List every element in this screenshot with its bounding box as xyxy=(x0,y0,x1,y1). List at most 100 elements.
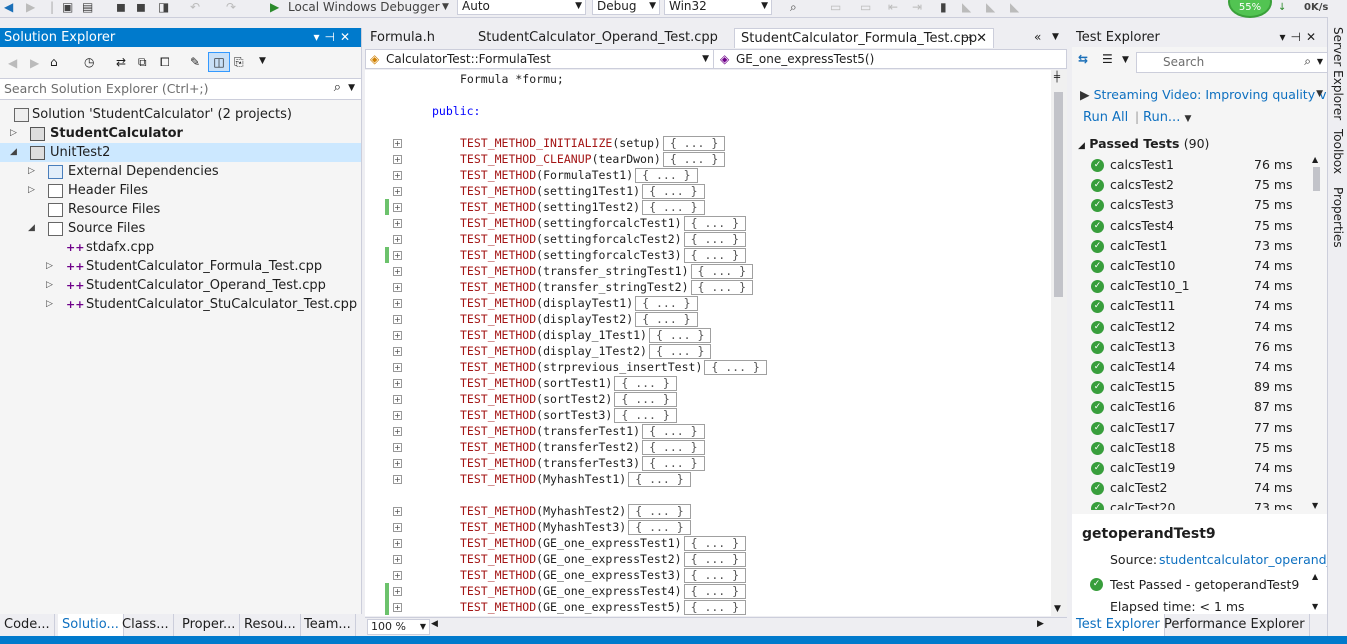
chevron-down-icon[interactable]: ▼ xyxy=(348,83,355,93)
back-icon[interactable]: ◀ xyxy=(4,0,13,15)
tree-project-unittest2[interactable]: ◢ UnitTest2 xyxy=(0,143,361,162)
expand-outline-icon[interactable]: + xyxy=(393,251,402,260)
history-icon[interactable]: ◷ xyxy=(84,55,94,69)
expand-outline-icon[interactable]: + xyxy=(393,299,402,308)
side-tab-properties[interactable]: Properties xyxy=(1331,187,1345,248)
code-line[interactable]: TEST_METHOD(GE_one_expressTest3){ ... } xyxy=(460,567,747,583)
scroll-left-icon[interactable]: ◀ xyxy=(431,619,438,629)
expand-outline-icon[interactable]: + xyxy=(393,427,402,436)
chevron-down-icon[interactable]: ▼ xyxy=(1316,89,1323,99)
expand-outline-icon[interactable]: + xyxy=(393,219,402,228)
code-line[interactable]: TEST_METHOD(displayTest2){ ... } xyxy=(460,311,698,327)
code-line[interactable]: TEST_METHOD_CLEANUP(tearDwon){ ... } xyxy=(460,151,726,167)
code-line[interactable]: TEST_METHOD(transferTest2){ ... } xyxy=(460,439,705,455)
expand-outline-icon[interactable]: + xyxy=(393,235,402,244)
test-row[interactable]: ✓ calcTest16 87 ms xyxy=(1072,397,1307,417)
undo-icon[interactable]: ↶ xyxy=(190,0,200,15)
expand-outline-icon[interactable]: + xyxy=(393,539,402,548)
tab-formula-h[interactable]: Formula.h xyxy=(364,28,441,48)
collapsed-body[interactable]: { ... } xyxy=(635,312,698,327)
test-row[interactable]: ✓ calcsTest3 75 ms xyxy=(1072,195,1307,215)
test-list-scrollbar[interactable]: ▲ ▼ xyxy=(1308,155,1324,510)
code-editor[interactable]: Formula *formu; public: + TEST_METHOD_INITI… xyxy=(365,70,1051,616)
collapsed-body[interactable]: { ... } xyxy=(614,408,677,423)
collapsed-body[interactable]: { ... } xyxy=(648,344,712,359)
expand-outline-icon[interactable]: + xyxy=(393,555,402,564)
debugger-label[interactable]: Local Windows Debugger xyxy=(288,0,440,15)
tree-folder-header[interactable]: ▷ Header Files xyxy=(0,181,361,200)
member-selector[interactable]: ◈ GE_one_expressTest5() ▼ xyxy=(716,50,1086,68)
expand-outline-icon[interactable]: + xyxy=(393,603,402,612)
indent-icon[interactable]: ⇤ xyxy=(888,0,898,15)
bookmark-icon[interactable]: ▮ xyxy=(940,0,947,15)
group-by-icon[interactable]: ⇆ xyxy=(1078,52,1088,66)
expand-outline-icon[interactable]: + xyxy=(393,363,402,372)
collapsed-body[interactable]: { ... } xyxy=(628,472,691,487)
tab-overflow-icon[interactable]: « xyxy=(1034,30,1041,44)
collapsed-body[interactable]: { ... } xyxy=(642,440,705,455)
show-all-files-icon[interactable]: ⧠ xyxy=(160,55,170,70)
code-line[interactable]: TEST_METHOD(displayTest1){ ... } xyxy=(460,295,698,311)
find-icon[interactable]: ⌕ xyxy=(790,0,797,15)
chevron-down-icon[interactable]: ▼ xyxy=(1317,57,1323,66)
tree-folder-resource[interactable]: Resource Files xyxy=(0,200,361,219)
collapsed-body[interactable]: { ... } xyxy=(683,536,747,551)
code-line[interactable]: TEST_METHOD(sortTest3){ ... } xyxy=(460,407,677,423)
se-search-box[interactable]: Search Solution Explorer (Ctrl+;) ⌕ ▼ xyxy=(0,78,361,100)
expand-arrow-icon[interactable]: ▷ xyxy=(10,124,17,143)
code-line[interactable]: TEST_METHOD(MyhashTest2){ ... } xyxy=(460,503,691,519)
collapsed-body[interactable]: { ... } xyxy=(628,520,691,535)
test-row[interactable]: ✓ calcsTest4 75 ms xyxy=(1072,216,1307,236)
forward-icon[interactable]: ▶ xyxy=(26,0,35,15)
platform-combo[interactable]: Win32 ▼ xyxy=(664,0,772,15)
open-file-icon[interactable]: ▤ xyxy=(82,0,93,15)
code-line[interactable]: Formula *formu; xyxy=(460,71,564,87)
next-bookmark-icon[interactable]: ◣ xyxy=(986,0,995,15)
tab-list-icon[interactable]: ▼ xyxy=(1052,32,1059,42)
code-line[interactable]: TEST_METHOD(setting1Test2){ ... } xyxy=(460,199,705,215)
code-line[interactable]: TEST_METHOD(GE_one_expressTest5){ ... } xyxy=(460,599,747,615)
collapsed-body[interactable]: { ... } xyxy=(642,456,705,471)
collapsed-body[interactable]: { ... } xyxy=(683,584,747,599)
close-icon[interactable]: ✕ xyxy=(1306,30,1321,44)
test-row[interactable]: ✓ calcTest20 73 ms xyxy=(1072,498,1307,510)
comment-icon[interactable]: ▭ xyxy=(830,0,841,15)
code-line[interactable]: TEST_METHOD(FormulaTest1){ ... } xyxy=(460,167,698,183)
scroll-up-icon[interactable]: ▲ xyxy=(1312,572,1318,581)
tree-solution[interactable]: Solution 'StudentCalculator' (2 projects… xyxy=(0,105,361,124)
editor-vertical-scrollbar[interactable]: ╪ ▼ xyxy=(1051,70,1067,616)
tree-project-studentcalculator[interactable]: ▷ StudentCalculator xyxy=(0,124,361,143)
collapsed-body[interactable]: { ... } xyxy=(635,168,698,183)
collapsed-body[interactable]: { ... } xyxy=(642,184,705,199)
tab-test-explorer[interactable]: Test Explorer xyxy=(1072,614,1165,636)
test-row[interactable]: ✓ calcTest13 76 ms xyxy=(1072,337,1307,357)
scroll-up-icon[interactable]: ▲ xyxy=(1312,155,1318,164)
code-line[interactable]: TEST_METHOD(transfer_stringTest2){ ... } xyxy=(460,279,753,295)
code-line[interactable]: public: xyxy=(432,103,480,119)
properties-icon[interactable]: ✎ xyxy=(190,55,200,69)
expand-outline-icon[interactable]: + xyxy=(393,139,402,148)
home-icon[interactable]: ⌂ xyxy=(50,55,58,69)
search-icon[interactable]: ⌕ xyxy=(1304,54,1311,69)
code-line[interactable]: TEST_METHOD(transfer_stringTest1){ ... } xyxy=(460,263,753,279)
collapse-all-icon[interactable]: ⧉ xyxy=(138,55,147,70)
code-line[interactable]: TEST_METHOD(MyhashTest3){ ... } xyxy=(460,519,691,535)
zoom-combo[interactable]: 100 % ▼ xyxy=(367,619,430,635)
pin-icon[interactable]: ⊣ xyxy=(1290,30,1305,44)
collapsed-body[interactable]: { ... } xyxy=(614,376,677,391)
scroll-right-icon[interactable]: ▶ xyxy=(1037,619,1044,629)
save-icon[interactable]: ◼ xyxy=(116,0,126,15)
split-icon[interactable]: ╪ xyxy=(1054,72,1060,83)
expand-outline-icon[interactable]: + xyxy=(393,587,402,596)
collapsed-body[interactable]: { ... } xyxy=(642,424,705,439)
test-row[interactable]: ✓ calcTest18 75 ms xyxy=(1072,438,1307,458)
source-link[interactable]: studentcalculator_operand_te xyxy=(1159,552,1327,567)
dropdown-icon[interactable]: ▾ xyxy=(1279,30,1290,44)
test-row[interactable]: ✓ calcTest11 74 ms xyxy=(1072,296,1307,316)
tab-solution[interactable]: Solutio... xyxy=(58,614,124,636)
expand-outline-icon[interactable]: + xyxy=(393,523,402,532)
tab-formula-test[interactable]: StudentCalculator_Formula_Test.cpp ⊣ ✕ xyxy=(734,28,994,48)
code-line[interactable]: TEST_METHOD(settingforcalcTest1){ ... } xyxy=(460,215,747,231)
run-all-link[interactable]: Run All xyxy=(1083,110,1128,125)
expand-outline-icon[interactable]: + xyxy=(393,155,402,164)
